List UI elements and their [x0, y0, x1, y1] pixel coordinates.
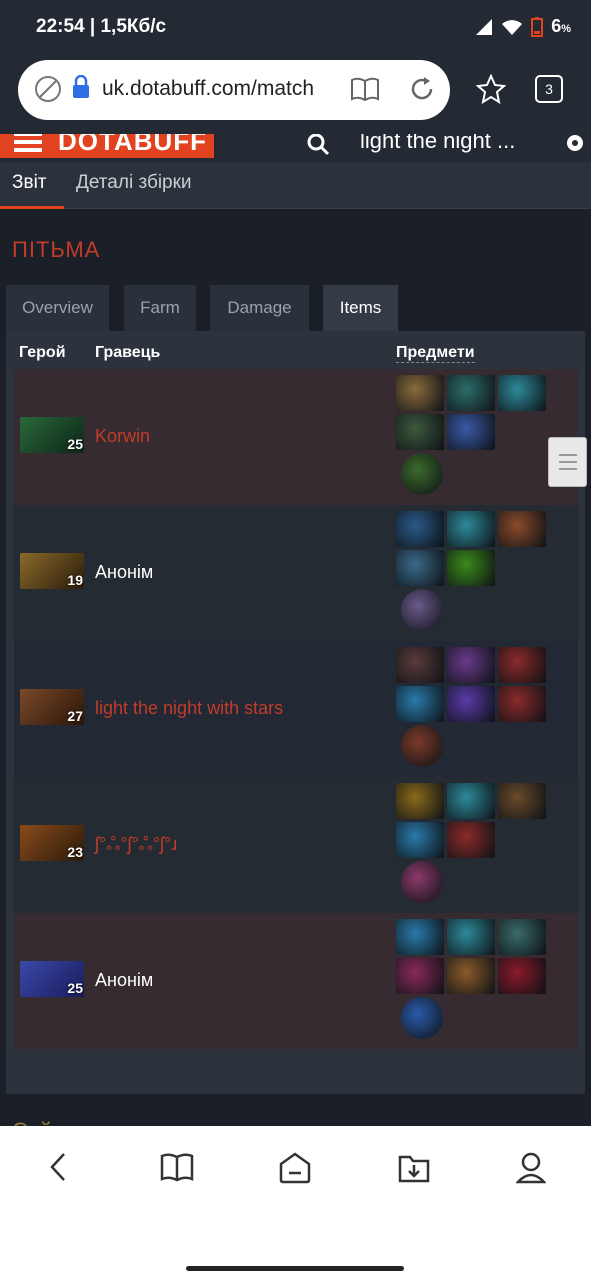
neutral-item-icon[interactable]: [401, 861, 443, 903]
battery-level: 6%: [551, 16, 571, 36]
lock-icon[interactable]: [72, 75, 90, 99]
table-row: 23 ʃ°ஃ°ʃ°ஃ°ʃ°ɹ: [14, 777, 578, 913]
gear-icon[interactable]: [563, 134, 587, 156]
neutral-item-icon[interactable]: [401, 725, 443, 767]
hero-portrait[interactable]: 23: [20, 825, 84, 861]
signal-icon: [476, 18, 493, 35]
hero-portrait[interactable]: 25: [20, 961, 84, 997]
item-icon[interactable]: [396, 511, 444, 547]
col-hero: Герой: [19, 344, 66, 361]
tab-damage[interactable]: Damage: [210, 285, 309, 331]
reload-icon[interactable]: [408, 75, 436, 103]
table-row: 25 Анонім: [14, 913, 578, 1049]
search-query[interactable]: light the night ...: [360, 134, 515, 154]
hero-level: 19: [67, 572, 83, 588]
bookmark-star-icon[interactable]: [476, 74, 506, 104]
search-icon[interactable]: [306, 134, 332, 156]
item-icon[interactable]: [498, 647, 546, 683]
item-icon[interactable]: [447, 414, 495, 450]
player-name[interactable]: Korwin: [95, 426, 150, 447]
item-icon[interactable]: [447, 375, 495, 411]
item-icon[interactable]: [396, 919, 444, 955]
neutral-item-icon[interactable]: [401, 453, 443, 495]
stats-tabs: Overview Farm Damage Items: [6, 285, 586, 331]
player-name[interactable]: light the night with stars: [95, 698, 283, 719]
table-row: 25 Korwin: [14, 369, 578, 505]
item-icon[interactable]: [447, 647, 495, 683]
wifi-icon: [502, 19, 523, 35]
neutral-item-icon[interactable]: [401, 997, 443, 1039]
hero-portrait[interactable]: 25: [20, 417, 84, 453]
item-icon[interactable]: [498, 511, 546, 547]
browser-toolbar: uk.dotabuff.com/match 3: [0, 56, 591, 134]
item-icon[interactable]: [498, 958, 546, 994]
profile-icon[interactable]: [516, 1152, 546, 1184]
url-text[interactable]: uk.dotabuff.com/match: [102, 77, 342, 101]
reader-mode-icon[interactable]: [350, 75, 380, 103]
battery-icon: [531, 16, 544, 37]
menu-icon[interactable]: [14, 134, 42, 152]
item-icon[interactable]: [396, 958, 444, 994]
bookmarks-icon[interactable]: [160, 1152, 194, 1182]
site-logo[interactable]: DOTABUFF: [0, 134, 214, 158]
hero-portrait[interactable]: 27: [20, 689, 84, 725]
player-name[interactable]: Анонім: [95, 562, 153, 583]
col-items: Предмети: [396, 344, 475, 363]
hero-level: 23: [67, 844, 83, 860]
items-table: Герой Гравець Предмети 25 Korwin 19 Анонім 2…: [6, 331, 585, 1094]
table-header: Герой Гравець Предмети: [6, 331, 585, 369]
item-icon[interactable]: [396, 686, 444, 722]
item-icon[interactable]: [447, 550, 495, 586]
item-icon[interactable]: [447, 511, 495, 547]
tab-overview[interactable]: Overview: [6, 285, 109, 331]
table-row: 27 light the night with stars: [14, 641, 578, 777]
back-icon[interactable]: [48, 1152, 68, 1182]
item-icon[interactable]: [447, 686, 495, 722]
adblock-icon[interactable]: [34, 75, 62, 103]
tab-items[interactable]: Items: [323, 285, 398, 331]
neutral-item-icon[interactable]: [401, 589, 443, 631]
table-row: 19 Анонім: [14, 505, 578, 641]
item-icon[interactable]: [396, 822, 444, 858]
item-icon[interactable]: [498, 686, 546, 722]
team-title: Пітьма: [12, 237, 101, 262]
site-header: DOTABUFF light the night ...: [0, 134, 591, 162]
downloads-icon[interactable]: [397, 1152, 431, 1184]
report-subnav: Звіт Деталі збірки: [0, 162, 591, 209]
subnav-item-report[interactable]: Звіт: [0, 162, 64, 209]
item-icon[interactable]: [498, 375, 546, 411]
hero-level: 25: [67, 980, 83, 996]
item-icon[interactable]: [396, 783, 444, 819]
item-icon[interactable]: [498, 919, 546, 955]
fast-scroll-handle[interactable]: [548, 437, 587, 487]
item-icon[interactable]: [396, 647, 444, 683]
subnav-item-build-details[interactable]: Деталі збірки: [76, 172, 192, 194]
item-icon[interactable]: [447, 958, 495, 994]
browser-bottom-bar: [0, 1126, 591, 1280]
item-icon[interactable]: [447, 919, 495, 955]
tab-farm[interactable]: Farm: [124, 285, 196, 331]
status-bar: 22:54 | 1,5Кб/с 6%: [0, 0, 591, 56]
address-bar[interactable]: uk.dotabuff.com/match: [18, 60, 450, 120]
brand-name: DOTABUFF: [58, 134, 208, 156]
status-icons: 6%: [475, 16, 571, 37]
col-player: Гравець: [95, 344, 161, 361]
tab-switcher-button[interactable]: 3: [535, 75, 563, 103]
status-time: 22:54 | 1,5Кб/с: [36, 16, 167, 37]
player-name[interactable]: ʃ°ஃ°ʃ°ஃ°ʃ°ɹ: [95, 834, 177, 857]
hero-portrait[interactable]: 19: [20, 553, 84, 589]
item-icon[interactable]: [396, 375, 444, 411]
hero-level: 27: [67, 708, 83, 724]
item-icon[interactable]: [447, 822, 495, 858]
hero-level: 25: [67, 436, 83, 452]
item-icon[interactable]: [396, 550, 444, 586]
gesture-home-indicator[interactable]: [186, 1266, 404, 1271]
item-icon[interactable]: [447, 783, 495, 819]
player-name[interactable]: Анонім: [95, 970, 153, 991]
item-icon[interactable]: [396, 414, 444, 450]
item-icon[interactable]: [498, 783, 546, 819]
home-icon[interactable]: [278, 1152, 312, 1184]
